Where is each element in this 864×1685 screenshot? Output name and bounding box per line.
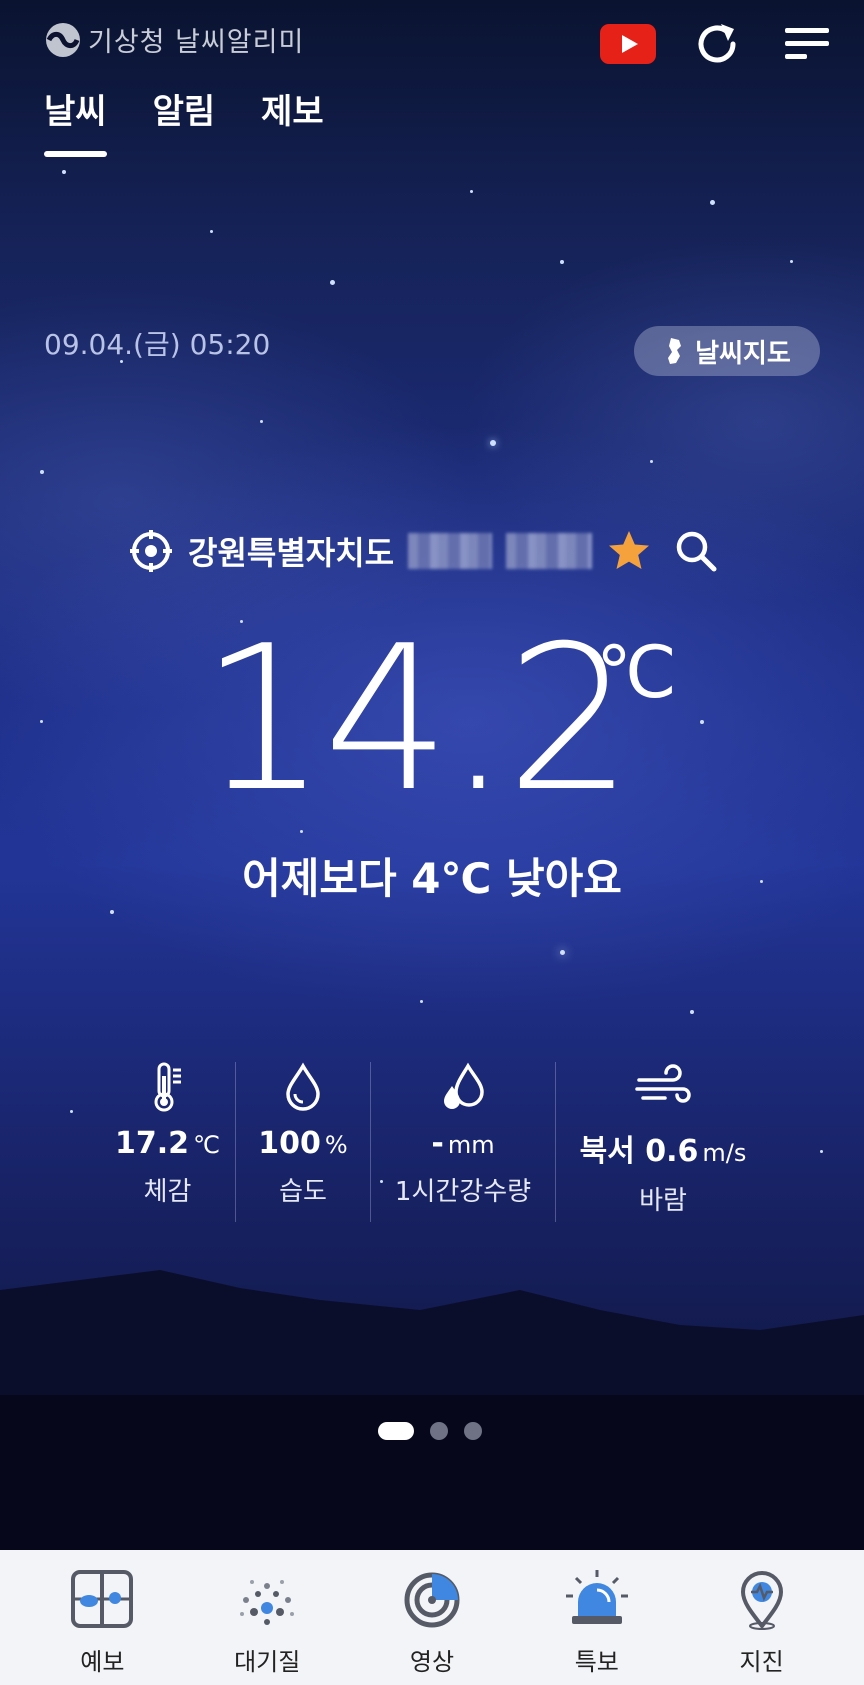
tab-weather[interactable]: 날씨: [44, 84, 107, 157]
bottom-navigation: 예보 대기질 영상 특보 지진: [0, 1550, 864, 1685]
stat-precipitation-value: - mm: [431, 1126, 495, 1161]
app-title: 기상청 날씨알리미: [88, 27, 305, 58]
humidity-drop-icon: [286, 1062, 320, 1111]
stat-feels-like-value: 17.2 ℃: [115, 1126, 220, 1161]
stat-wind-label: 바람: [639, 1186, 687, 1216]
weather-stats: 17.2 ℃ 체감 100% 습도 - mm 1시간강수량 북서 0.6 m/s 바람: [100, 1062, 770, 1222]
nav-air-quality[interactable]: 대기질: [192, 1568, 342, 1677]
thermometer-icon: [154, 1062, 181, 1112]
hamburger-menu-icon[interactable]: [785, 24, 829, 64]
air-quality-icon: [240, 1580, 295, 1625]
page-indicator: [378, 1422, 482, 1440]
nav-earthquake[interactable]: 지진: [687, 1568, 837, 1677]
current-location-icon[interactable]: [130, 530, 172, 572]
search-icon[interactable]: [674, 529, 718, 573]
nav-earthquake-label: 지진: [739, 1648, 784, 1676]
page-dot[interactable]: [430, 1422, 448, 1440]
nav-forecast[interactable]: 예보: [27, 1568, 177, 1677]
location-row: 강원특별자치도: [130, 525, 740, 577]
current-temperature: 14.2: [200, 603, 633, 836]
tab-alerts[interactable]: 알림: [153, 84, 216, 157]
korea-map-icon: [668, 338, 682, 364]
redacted-location-detail: [408, 533, 493, 569]
app-logo: 기상청 날씨알리미: [44, 20, 304, 59]
favorite-star-icon[interactable]: [606, 528, 652, 574]
stat-humidity-value: 100%: [258, 1126, 348, 1161]
wind-icon: [635, 1064, 691, 1103]
stat-wind-value: 북서 0.6 m/s: [579, 1134, 747, 1169]
pager-area-background: [0, 1395, 864, 1550]
weather-map-button[interactable]: 날씨지도: [634, 326, 820, 376]
nav-warnings[interactable]: 특보: [522, 1568, 672, 1677]
app-header: 기상청 날씨알리미 날씨 알림 제보: [0, 0, 864, 157]
mountain-silhouette: [0, 1270, 864, 1395]
stat-precipitation-label: 1시간강수량: [394, 1177, 532, 1207]
main-tabs: 날씨 알림 제보: [44, 84, 324, 157]
kma-logo-icon: [46, 22, 80, 57]
nav-air-quality-label: 대기질: [234, 1648, 301, 1676]
stat-feels-like: 17.2 ℃ 체감: [100, 1062, 235, 1222]
location-name[interactable]: 강원특별자치도: [188, 528, 394, 574]
weather-map-label: 날씨지도: [695, 338, 791, 369]
earthquake-pin-icon: [740, 1571, 783, 1630]
radar-icon: [404, 1572, 460, 1628]
stat-humidity: 100% 습도: [235, 1062, 370, 1222]
page-dot-active[interactable]: [378, 1422, 414, 1440]
observation-datetime: 09.04.(금) 05:20: [44, 328, 271, 361]
stat-feels-like-label: 체감: [143, 1177, 192, 1207]
youtube-icon[interactable]: [600, 24, 656, 64]
redacted-location-detail: [506, 533, 593, 569]
stat-wind: 북서 0.6 m/s 바람: [555, 1062, 770, 1222]
nav-warnings-label: 특보: [574, 1648, 619, 1676]
rain-drops-icon: [444, 1062, 484, 1109]
page-dot[interactable]: [464, 1422, 482, 1440]
refresh-icon[interactable]: [693, 20, 741, 68]
stat-precipitation: - mm 1시간강수량: [370, 1062, 555, 1222]
forecast-icon: [71, 1570, 134, 1628]
alert-siren-icon: [565, 1570, 628, 1624]
stat-humidity-label: 습도: [279, 1177, 327, 1207]
nav-radar-label: 영상: [409, 1648, 455, 1676]
nav-forecast-label: 예보: [80, 1648, 125, 1676]
temperature-comparison: 어제보다 4℃ 낮아요: [242, 854, 622, 903]
nav-radar[interactable]: 영상: [357, 1568, 507, 1677]
tab-report[interactable]: 제보: [261, 84, 324, 157]
temperature-unit: ℃: [596, 630, 677, 714]
